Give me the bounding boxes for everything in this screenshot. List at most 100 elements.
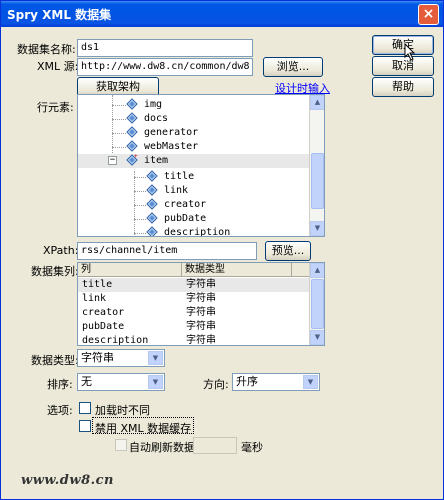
tree-node[interactable]: title bbox=[146, 170, 194, 184]
browse-button[interactable]: 浏览... bbox=[263, 57, 323, 77]
tree-node-label: img bbox=[144, 99, 163, 110]
element-diamond-icon bbox=[126, 98, 138, 110]
tree-node-label: docs bbox=[144, 113, 169, 124]
tree-node-selected[interactable]: − + item bbox=[78, 154, 310, 168]
table-cell: link bbox=[82, 293, 107, 304]
table-cell: pubDate bbox=[82, 321, 125, 332]
xpath-label: XPath: bbox=[43, 244, 79, 257]
element-diamond-icon bbox=[146, 198, 158, 210]
window-title: Spry XML 数据集 bbox=[7, 8, 112, 22]
row-element-tree[interactable]: img docs generator webMaster − + item tit… bbox=[77, 94, 325, 237]
element-diamond-icon bbox=[146, 184, 158, 196]
table-row[interactable]: description 字符串 bbox=[78, 334, 310, 346]
dataset-name-label: 数据集名称: bbox=[17, 43, 76, 56]
tree-node[interactable]: docs bbox=[126, 112, 168, 126]
table-row[interactable]: title 字符串 bbox=[78, 278, 310, 292]
xml-source-label: XML 源: bbox=[37, 60, 79, 73]
tree-node-label: title bbox=[164, 171, 195, 182]
table-cell: description bbox=[82, 335, 149, 346]
table-row[interactable]: link 字符串 bbox=[78, 292, 310, 306]
column-header[interactable]: 列 bbox=[78, 263, 182, 277]
tree-node[interactable]: img bbox=[126, 98, 162, 112]
xml-source-input[interactable]: http://www.dw8.cn/common/dw8.xml bbox=[77, 58, 253, 76]
table-row[interactable]: creator 字符串 bbox=[78, 306, 310, 320]
table-cell: 字符串 bbox=[186, 279, 216, 290]
table-row[interactable]: pubDate 字符串 bbox=[78, 320, 310, 334]
tree-node-label: description bbox=[164, 227, 231, 237]
table-scrollbar[interactable]: ▲ ▼ bbox=[309, 263, 324, 345]
tree-node[interactable]: creator bbox=[146, 198, 206, 212]
tree-line bbox=[112, 147, 126, 148]
tree-line bbox=[134, 219, 146, 220]
tree-line bbox=[134, 171, 135, 235]
collapse-toggle-icon[interactable]: − bbox=[108, 156, 117, 165]
tree-line bbox=[134, 205, 146, 206]
table-cell: creator bbox=[82, 307, 125, 318]
svg-text:+: + bbox=[134, 154, 138, 160]
table-header: 列 数据类型 bbox=[78, 263, 310, 277]
tree-node[interactable]: generator bbox=[126, 126, 198, 140]
scroll-thumb[interactable] bbox=[311, 153, 324, 209]
data-type-select[interactable]: 字符串 ▼ bbox=[77, 349, 165, 367]
scroll-thumb[interactable] bbox=[311, 279, 324, 329]
dataset-name-input[interactable]: ds1 bbox=[77, 39, 253, 57]
sort-value: 无 bbox=[81, 375, 92, 388]
chevron-down-icon: ▼ bbox=[148, 351, 163, 365]
tree-node[interactable]: pubDate bbox=[146, 212, 206, 226]
milliseconds-label: 毫秒 bbox=[241, 441, 263, 454]
title-bar[interactable]: Spry XML 数据集 × bbox=[1, 1, 443, 27]
scroll-up-icon[interactable]: ▲ bbox=[310, 95, 324, 110]
table-cell: 字符串 bbox=[186, 307, 216, 318]
scroll-down-icon[interactable]: ▼ bbox=[310, 221, 324, 236]
scroll-up-icon[interactable]: ▲ bbox=[310, 263, 324, 278]
tree-node-label: link bbox=[164, 185, 189, 196]
cancel-button[interactable]: 取消 bbox=[372, 56, 434, 76]
element-diamond-icon bbox=[146, 212, 158, 224]
sort-select[interactable]: 无 ▼ bbox=[77, 373, 165, 391]
preview-button[interactable]: 预览... bbox=[265, 241, 311, 261]
tree-scrollbar[interactable]: ▲ ▼ bbox=[309, 95, 324, 236]
help-button[interactable]: 帮助 bbox=[372, 77, 434, 97]
tree-node[interactable]: webMaster bbox=[126, 140, 198, 154]
row-element-label: 行元素: bbox=[37, 101, 74, 114]
chevron-down-icon: ▼ bbox=[148, 375, 163, 389]
element-diamond-icon bbox=[126, 140, 138, 152]
ok-button[interactable]: 确定 bbox=[372, 35, 434, 55]
element-diamond-icon bbox=[146, 226, 158, 236]
tree-node[interactable]: description bbox=[146, 226, 231, 237]
tree-line bbox=[134, 191, 146, 192]
tree-node[interactable]: link bbox=[146, 184, 188, 198]
mouse-cursor-icon bbox=[404, 43, 416, 61]
data-type-label: 数据类型: bbox=[31, 354, 79, 367]
distinct-on-load-checkbox[interactable] bbox=[79, 402, 91, 414]
site-watermark: www.dw8.cn bbox=[21, 473, 115, 488]
table-cell: 字符串 bbox=[186, 293, 216, 304]
tree-line bbox=[112, 133, 126, 134]
direction-label: 方向: bbox=[203, 378, 229, 391]
tree-node-label: webMaster bbox=[144, 141, 199, 152]
auto-refresh-checkbox[interactable] bbox=[115, 439, 127, 451]
xpath-input[interactable]: rss/channel/item bbox=[77, 242, 257, 260]
data-type-value: 字符串 bbox=[81, 351, 114, 364]
tree-line bbox=[134, 233, 146, 234]
tree-line bbox=[112, 119, 126, 120]
disable-xml-cache-checkbox[interactable] bbox=[79, 420, 91, 432]
tree-line bbox=[134, 177, 146, 178]
element-diamond-icon bbox=[126, 112, 138, 124]
scroll-down-icon[interactable]: ▼ bbox=[310, 330, 324, 345]
tree-line bbox=[112, 105, 126, 106]
table-cell: title bbox=[82, 279, 113, 290]
refresh-interval-input[interactable] bbox=[193, 437, 237, 454]
tree-node-label: creator bbox=[164, 199, 207, 210]
element-diamond-icon bbox=[126, 126, 138, 138]
column-header[interactable]: 数据类型 bbox=[182, 263, 292, 277]
close-button[interactable]: × bbox=[418, 4, 439, 25]
direction-value: 升序 bbox=[236, 375, 258, 388]
tree-node-label: item bbox=[144, 155, 169, 166]
table-cell: 字符串 bbox=[186, 335, 216, 346]
distinct-on-load-label: 加载时不同 bbox=[95, 404, 150, 417]
direction-select[interactable]: 升序 ▼ bbox=[232, 373, 320, 391]
element-multi-diamond-icon: + bbox=[126, 154, 138, 166]
dataset-columns-table[interactable]: 列 数据类型 title 字符串 link 字符串 creator 字符串 pu… bbox=[77, 262, 325, 346]
spry-xml-dataset-dialog: Spry XML 数据集 × 确定 取消 帮助 数据集名称: ds1 XML 源… bbox=[0, 0, 444, 500]
